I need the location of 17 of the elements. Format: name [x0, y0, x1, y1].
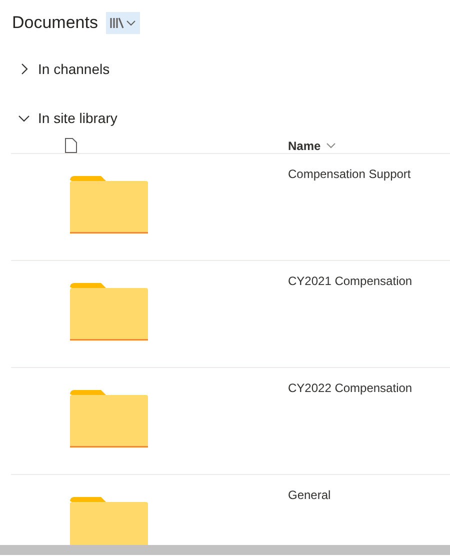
folder-icon — [70, 176, 148, 234]
folder-name[interactable]: General — [288, 488, 331, 503]
chevron-down-icon — [126, 19, 136, 27]
file-type-icon — [65, 138, 77, 153]
folder-icon — [70, 283, 148, 341]
view-switcher-button[interactable] — [106, 12, 140, 34]
section-toggle[interactable]: In channels — [18, 58, 110, 80]
section-toggle[interactable]: In site library — [18, 107, 118, 129]
folder-name[interactable]: CY2022 Compensation — [288, 381, 412, 396]
library-icon — [110, 17, 124, 29]
chevron-down-icon — [326, 142, 336, 149]
folder-name[interactable]: CY2021 Compensation — [288, 274, 412, 289]
folder-icon — [70, 390, 148, 448]
horizontal-scrollbar[interactable] — [0, 545, 450, 555]
page-title: Documents — [12, 13, 98, 33]
column-header[interactable]: Name — [288, 138, 336, 152]
folder-name[interactable]: Compensation Support — [288, 167, 411, 182]
